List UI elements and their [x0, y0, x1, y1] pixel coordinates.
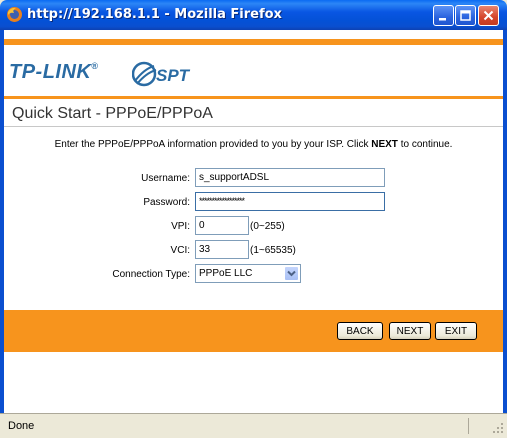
dropdown-arrow[interactable] [284, 266, 299, 281]
page-content: TP-LINK® SPT Quick Start - PPPoE/PPPoA E… [4, 30, 503, 413]
window-titlebar[interactable]: http://192.168.1.1 - Mozilla Firefox [0, 0, 507, 30]
vpi-range-hint: (0~255) [250, 221, 285, 232]
vci-range-hint: (1~65535) [250, 245, 296, 256]
registered-mark: ® [91, 61, 99, 71]
window-title: http://192.168.1.1 - Mozilla Firefox [27, 7, 282, 22]
vci-label: VCI: [170, 245, 190, 256]
firefox-icon [7, 7, 22, 22]
status-text: Done [8, 420, 35, 432]
tplink-logo-text: TP-LINK [9, 61, 92, 83]
instruction-suffix: to continue. [397, 139, 453, 150]
vpi-label: VPI: [171, 221, 190, 232]
password-label: Password: [143, 197, 190, 208]
exit-button[interactable]: EXIT [435, 322, 477, 340]
next-button[interactable]: NEXT [389, 322, 431, 340]
instruction-prefix: Enter the PPPoE/PPPoA information provid… [54, 139, 372, 150]
connection-type-selected: PPPoE LLC [199, 268, 253, 279]
vci-field[interactable]: 33 [195, 240, 249, 259]
vpi-field[interactable]: 0 [195, 216, 249, 235]
maximize-icon [460, 10, 471, 21]
instruction-next-emphasis: NEXT [371, 139, 398, 150]
maximize-button[interactable] [455, 5, 476, 26]
connection-type-label: Connection Type: [112, 269, 190, 280]
instruction-text: Enter the PPPoE/PPPoA information provid… [4, 139, 503, 150]
spt-logo-text: SPT [156, 66, 191, 85]
connection-type-select[interactable]: PPPoE LLC [195, 264, 301, 283]
chevron-down-icon [287, 270, 296, 277]
window-frame-right [503, 30, 507, 413]
header-orange-rule [4, 96, 503, 99]
title-divider [4, 126, 503, 127]
username-label: Username: [141, 173, 190, 184]
minimize-button[interactable] [433, 5, 454, 26]
page-title: Quick Start - PPPoE/PPPoA [12, 105, 213, 122]
spt-logo: SPT [132, 61, 191, 87]
username-field[interactable]: s_supportADSL [195, 168, 385, 187]
password-field[interactable]: ****************** [195, 192, 385, 211]
tplink-logo: TP-LINK® [9, 61, 99, 84]
status-panel [468, 418, 484, 434]
status-bar: Done [0, 413, 507, 438]
resize-grip-icon[interactable] [492, 422, 504, 434]
back-button[interactable]: BACK [337, 322, 383, 340]
close-icon [483, 10, 494, 21]
close-button[interactable] [478, 5, 499, 26]
minimize-icon [439, 18, 446, 21]
